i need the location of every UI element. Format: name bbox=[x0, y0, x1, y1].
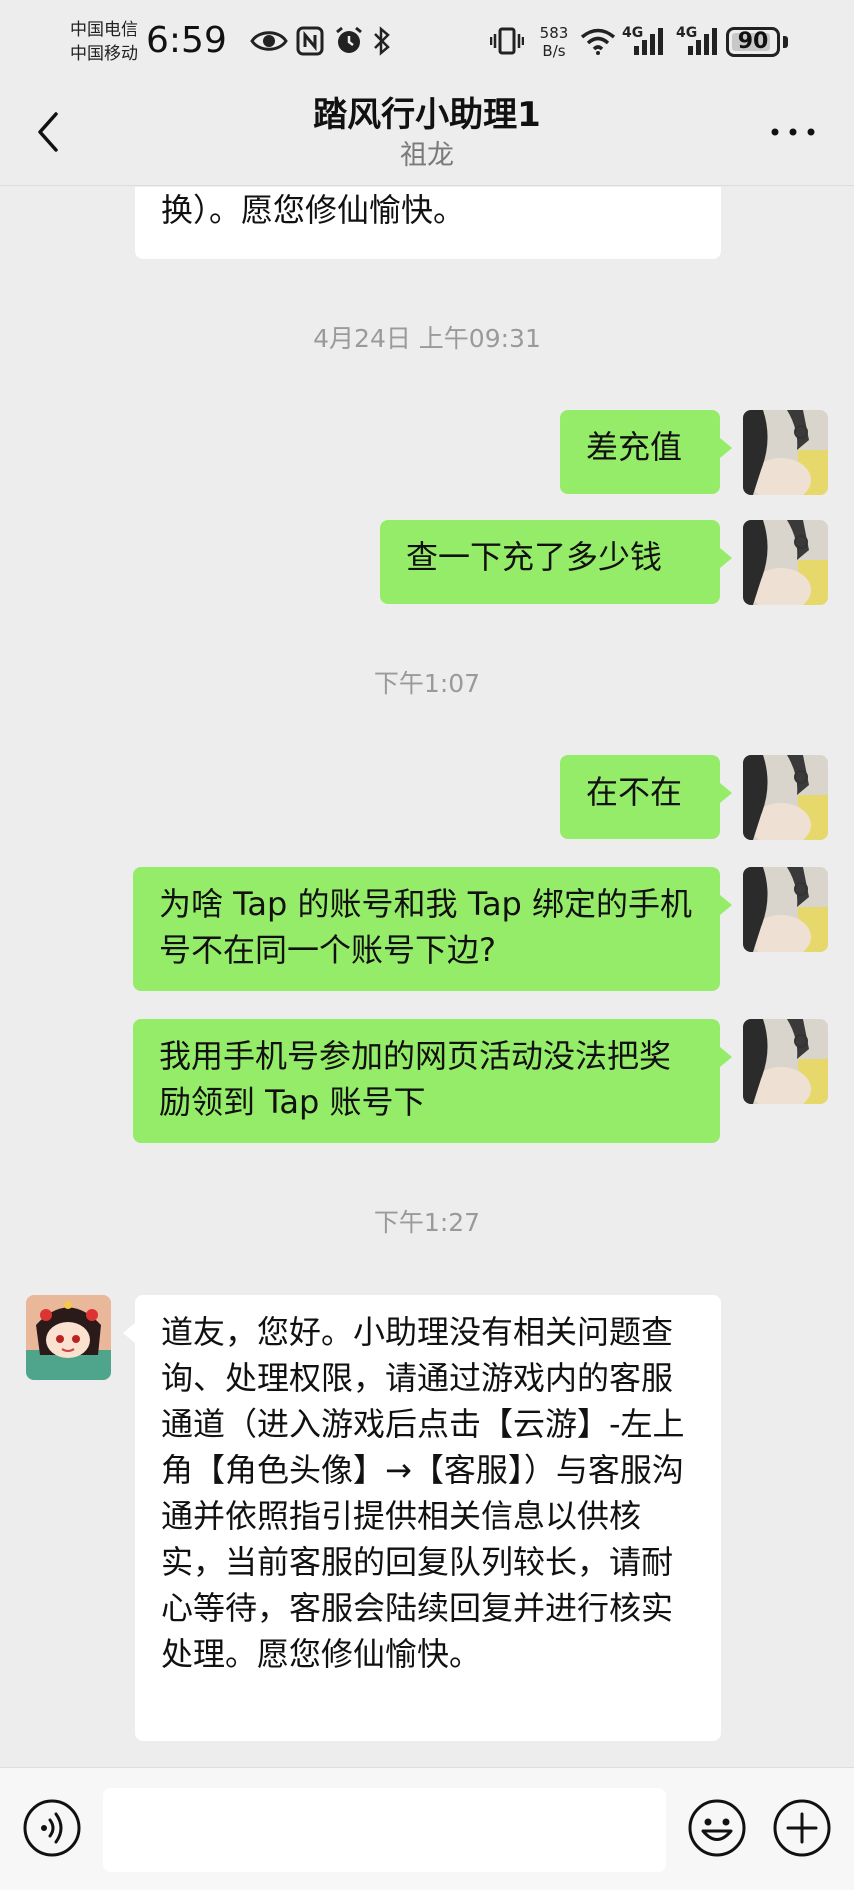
carrier-2: 中国移动 bbox=[70, 44, 138, 64]
user-avatar-icon bbox=[743, 755, 828, 840]
chat-subtitle: 祖龙 bbox=[400, 140, 454, 171]
more-options-button[interactable] bbox=[768, 120, 818, 144]
message-bubble-sent[interactable]: 为啥 Tap 的账号和我 Tap 绑定的手机号不在同一个账号下边? bbox=[133, 867, 732, 991]
chat-title-block: 踏风行小助理1 祖龙 bbox=[150, 92, 704, 174]
message-bubble-sent[interactable]: 差充值 bbox=[560, 410, 732, 494]
vibrate-icon bbox=[490, 27, 524, 55]
nfc-icon bbox=[296, 26, 324, 56]
user-avatar-icon bbox=[743, 520, 828, 605]
timestamp: 下午1:07 bbox=[373, 669, 481, 698]
battery-percent: 90 bbox=[737, 29, 769, 54]
status-time: 6:59 bbox=[146, 20, 227, 61]
message-input[interactable] bbox=[103, 1788, 666, 1872]
user-avatar-icon bbox=[743, 410, 828, 495]
my-avatar[interactable] bbox=[743, 755, 828, 840]
chat-header: 踏风行小助理1 祖龙 bbox=[0, 88, 854, 186]
my-avatar[interactable] bbox=[743, 520, 828, 605]
alarm-icon bbox=[336, 26, 362, 53]
carrier-labels: 中国电信 中国移动 bbox=[70, 18, 142, 66]
back-button[interactable] bbox=[30, 108, 70, 156]
chat-title: 踏风行小助理1 bbox=[313, 95, 541, 135]
plus-icon bbox=[773, 1799, 831, 1857]
bluetooth-icon bbox=[374, 26, 390, 56]
battery-icon: 90 bbox=[726, 27, 780, 57]
user-avatar-icon bbox=[743, 867, 828, 952]
chevron-left-icon bbox=[38, 112, 58, 152]
my-avatar[interactable] bbox=[743, 867, 828, 952]
user-avatar-icon bbox=[743, 1019, 828, 1104]
more-functions-button[interactable] bbox=[772, 1798, 832, 1858]
contact-avatar[interactable] bbox=[26, 1295, 111, 1380]
signal-icon bbox=[688, 28, 717, 55]
message-bubble-sent[interactable]: 我用手机号参加的网页活动没法把奖励领到 Tap 账号下 bbox=[133, 1019, 732, 1143]
message-bubble-received[interactable]: 道友，您好。小助理没有相关问题查询、处理权限，请通过游戏内的客服通道（进入游戏后… bbox=[123, 1295, 721, 1741]
signal-icon bbox=[634, 28, 663, 55]
message-bubble-sent[interactable]: 在不在 bbox=[560, 755, 732, 839]
my-avatar[interactable] bbox=[743, 410, 828, 495]
wifi-icon bbox=[580, 28, 616, 55]
net-speed: 583 B/s bbox=[539, 24, 569, 60]
emoji-button[interactable] bbox=[687, 1798, 747, 1858]
assistant-avatar-icon bbox=[26, 1295, 111, 1380]
message-bubble-received[interactable]: 换）。愿您修仙愉快。 bbox=[135, 187, 721, 259]
more-icon bbox=[771, 128, 815, 136]
timestamp: 4月24日 上午09:31 bbox=[313, 324, 541, 353]
battery-tip bbox=[783, 36, 788, 48]
message-input-bar bbox=[0, 1767, 854, 1890]
emoji-icon bbox=[688, 1799, 746, 1857]
message-list[interactable]: 换）。愿您修仙愉快。 4月24日 上午09:31 差充值 查一下充了多少钱 下午… bbox=[0, 187, 854, 1767]
carrier-1: 中国电信 bbox=[70, 20, 138, 40]
status-bar: 中国电信 中国移动 6:59 583 B/s 4G 4G 90 bbox=[0, 0, 854, 88]
voice-input-button[interactable] bbox=[22, 1798, 82, 1858]
timestamp: 下午1:27 bbox=[373, 1208, 481, 1237]
message-bubble-sent[interactable]: 查一下充了多少钱 bbox=[380, 520, 732, 604]
voice-icon bbox=[23, 1799, 81, 1857]
my-avatar[interactable] bbox=[743, 1019, 828, 1104]
eye-icon bbox=[250, 31, 288, 51]
